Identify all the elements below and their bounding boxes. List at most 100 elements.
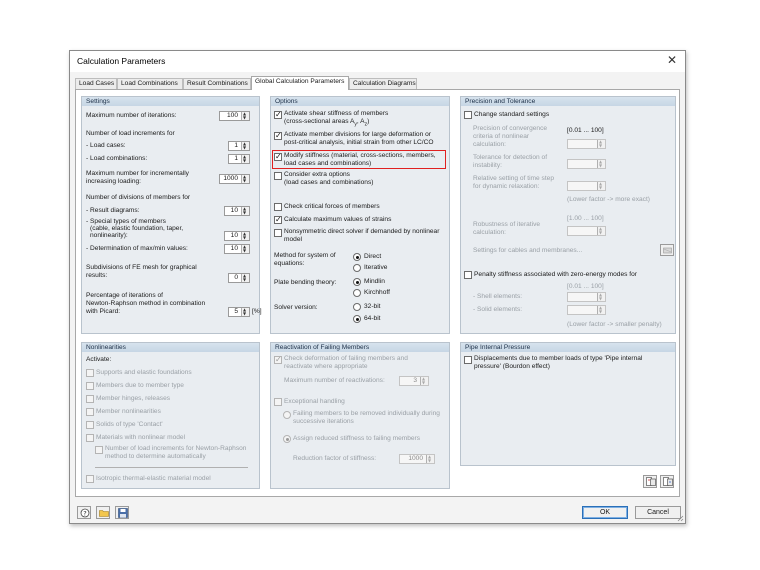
member-nonlin-label: Member nonlinearities (96, 408, 161, 415)
spinner-arrows-icon[interactable]: ▲ ▼ (426, 455, 434, 463)
member-nonlin-checkbox[interactable] (86, 408, 94, 416)
calculation-parameters-dialog: Calculation Parameters ✕ Load Cases Load… (69, 50, 686, 524)
tolerance-input[interactable]: ▲ ▼ (567, 159, 606, 169)
subdiv-input[interactable]: 0 ▲ ▼ (228, 273, 250, 283)
method-label-1: Method for system of (274, 252, 336, 259)
max-iterations-value: 100 (226, 112, 238, 119)
spinner-arrows-icon[interactable]: ▲ ▼ (420, 377, 428, 385)
spinner-arrows-icon[interactable]: ▲ ▼ (597, 182, 605, 190)
options-header: Options (271, 97, 449, 106)
result-diagrams-input[interactable]: 10 ▲ ▼ (224, 206, 250, 216)
contact-checkbox[interactable] (86, 421, 94, 429)
max-iterations-input[interactable]: 100 ▲ ▼ (219, 111, 250, 121)
tol-label-2: instability: (473, 162, 502, 169)
divisions-label-1: Activate member divisions for large defo… (284, 131, 431, 138)
solver-32-radio[interactable] (353, 303, 361, 311)
spinner-arrows-icon[interactable]: ▲ ▼ (241, 207, 249, 215)
exceptional-checkbox[interactable] (274, 398, 282, 406)
spinner-arrows-icon[interactable]: ▲ ▼ (241, 245, 249, 253)
percent-label-2: Newton-Raphson method in combination (86, 300, 206, 307)
conv-label-2: criteria of nonlinear (473, 133, 530, 140)
assign-reduced-radio[interactable] (283, 435, 291, 443)
tab-load-combinations[interactable]: Load Combinations (117, 78, 183, 89)
save-button[interactable] (115, 506, 129, 519)
nonsym-label-2: model (284, 236, 302, 243)
critical-forces-checkbox[interactable] (274, 203, 282, 211)
plate-mindlin-radio[interactable] (353, 278, 361, 286)
max-incr-label-1: Maximum number for incrementally (86, 170, 189, 177)
tab-global-calculation-parameters[interactable]: Global Calculation Parameters (251, 76, 349, 90)
cables-settings-button[interactable] (660, 244, 674, 256)
isotropic-checkbox[interactable] (86, 475, 94, 483)
load-cases-input[interactable]: 1 ▲ ▼ (228, 141, 250, 151)
shell-elements-input[interactable]: ▲ ▼ (567, 292, 606, 302)
relaxation-value (568, 182, 596, 190)
reduction-factor-input[interactable]: 1000 ▲ ▼ (399, 454, 435, 464)
solver-64-radio[interactable] (353, 315, 361, 323)
resize-grip-icon[interactable] (676, 514, 684, 522)
supports-label: Supports and elastic foundations (96, 369, 192, 376)
hinges-checkbox[interactable] (86, 395, 94, 403)
tab-result-combinations[interactable]: Result Combinations (183, 78, 251, 89)
change-standard-checkbox[interactable] (464, 111, 472, 119)
cancel-button[interactable]: Cancel (635, 506, 681, 519)
bourdon-checkbox[interactable] (464, 356, 472, 364)
spinner-arrows-icon[interactable]: ▲ ▼ (241, 142, 249, 150)
max-reactivations-label: Maximum number of reactivations: (284, 377, 385, 384)
nonsymmetric-solver-checkbox[interactable] (274, 229, 282, 237)
help-button[interactable]: ? (77, 506, 91, 519)
penalty-stiffness-checkbox[interactable] (464, 271, 472, 279)
robustness-input[interactable]: ▲ ▼ (567, 226, 606, 236)
max-incr-input[interactable]: 1000 ▲ ▼ (219, 174, 250, 184)
import-settings-button[interactable] (643, 475, 657, 488)
spinner-arrows-icon[interactable]: ▲ ▼ (597, 293, 605, 301)
tab-load-cases[interactable]: Load Cases (75, 78, 117, 89)
load-incr-auto-checkbox[interactable] (95, 446, 103, 454)
load-combinations-input[interactable]: 1 ▲ ▼ (228, 154, 250, 164)
extra-options-checkbox[interactable] (274, 172, 282, 180)
plate-kirchhoff-radio[interactable] (353, 289, 361, 297)
reduction-factor-value: 1000 (408, 455, 423, 462)
open-button[interactable] (96, 506, 110, 519)
strains-checkbox[interactable] (274, 215, 282, 224)
spinner-arrows-icon[interactable]: ▲ ▼ (597, 140, 605, 148)
method-direct-radio[interactable] (353, 253, 361, 261)
spinner-arrows-icon[interactable]: ▲ ▼ (597, 306, 605, 314)
spinner-arrows-icon[interactable]: ▲ ▼ (241, 308, 249, 316)
relaxation-input[interactable]: ▲ ▼ (567, 181, 606, 191)
export-settings-button[interactable] (660, 475, 674, 488)
spinner-arrows-icon[interactable]: ▲ ▼ (597, 227, 605, 235)
member-divisions-checkbox[interactable] (274, 131, 282, 140)
max-reactivations-input[interactable]: 3 ▲ ▼ (399, 376, 429, 386)
load-cases-label: - Load cases: (86, 142, 126, 149)
convergence-input[interactable]: ▲ ▼ (567, 139, 606, 149)
check-deformation-checkbox[interactable] (274, 355, 282, 364)
percent-input[interactable]: 5 ▲ ▼ (228, 307, 250, 317)
solid-elements-input[interactable]: ▲ ▼ (567, 305, 606, 315)
ok-button[interactable]: OK (582, 506, 628, 519)
settings-panel: Settings Maximum number of iterations: 1… (81, 96, 262, 334)
shear-stiffness-checkbox[interactable] (274, 110, 282, 119)
tab-calculation-diagrams[interactable]: Calculation Diagrams (349, 78, 417, 89)
solid-label: - Solid elements: (473, 306, 523, 313)
spinner-arrows-icon[interactable]: ▲ ▼ (241, 155, 249, 163)
materials-checkbox[interactable] (86, 434, 94, 442)
shear-label-2: (cross-sectional areas Ay, Az) (284, 118, 369, 128)
method-iterative-radio[interactable] (353, 264, 361, 272)
special-members-input[interactable]: 10 ▲ ▼ (224, 231, 250, 241)
close-icon[interactable]: ✕ (665, 53, 679, 67)
spinner-arrows-icon[interactable]: ▲ ▼ (597, 160, 605, 168)
spinner-arrows-icon[interactable]: ▲ ▼ (241, 175, 249, 183)
spinner-arrows-icon[interactable]: ▲ ▼ (241, 232, 249, 240)
pipe-label-1: Displacements due to member loads of typ… (474, 355, 643, 362)
reactivation-panel: Reactivation of Failing Members Check de… (270, 342, 450, 489)
spinner-arrows-icon[interactable]: ▲ ▼ (241, 274, 249, 282)
member-type-checkbox[interactable] (86, 382, 94, 390)
remove-individually-radio[interactable] (283, 411, 291, 419)
modify-stiffness-checkbox[interactable] (274, 152, 282, 161)
subdiv-label-1: Subdivisions of FE mesh for graphical (86, 264, 197, 271)
determination-input[interactable]: 10 ▲ ▼ (224, 244, 250, 254)
spinner-arrows-icon[interactable]: ▲ ▼ (241, 112, 249, 120)
percent-unit: [%] (252, 308, 262, 315)
supports-checkbox[interactable] (86, 369, 94, 377)
